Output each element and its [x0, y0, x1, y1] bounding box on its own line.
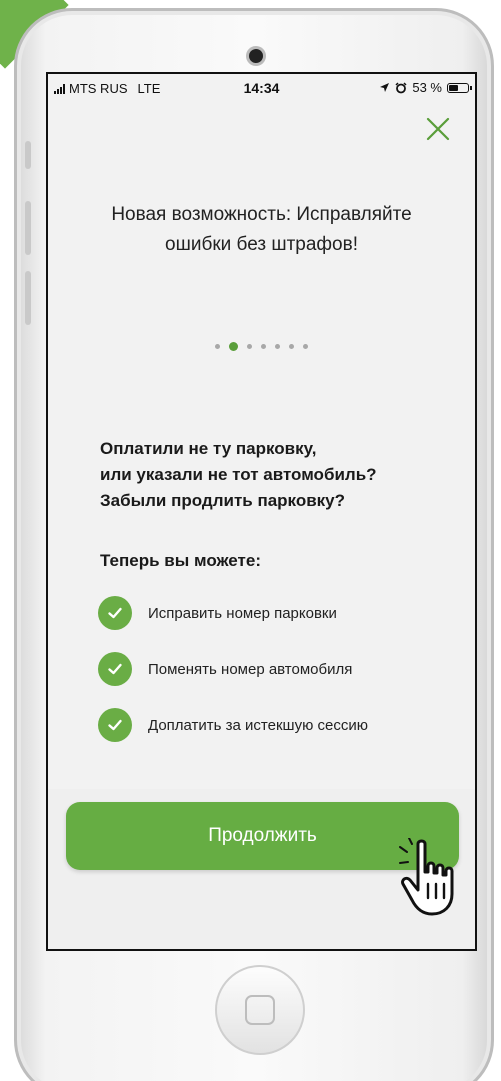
question-line-2: или указали не тот автомобиль? — [100, 465, 377, 484]
check-icon — [98, 652, 132, 686]
status-right: 53 % — [379, 80, 472, 95]
headline-line-1: Новая возможность: Исправляйте — [111, 204, 412, 225]
app-screen: MTS RUS LTE 14:34 53 % Новая возможность… — [46, 72, 477, 951]
page-dot — [215, 344, 220, 349]
feature-item: Доплатить за истекшую сессию — [98, 708, 368, 742]
page-dot — [261, 344, 266, 349]
close-icon — [426, 117, 450, 141]
home-square-icon — [245, 995, 275, 1025]
onboarding-headline: Новая возможность: Исправляйте ошибки бе… — [68, 200, 455, 260]
volume-down-button — [25, 271, 31, 325]
close-button[interactable] — [421, 112, 455, 146]
device-frame: MTS RUS LTE 14:34 53 % Новая возможность… — [0, 0, 501, 1081]
features-subtitle: Теперь вы можете: — [100, 551, 261, 570]
question-block: Оплатили не ту парковку, или указали не … — [100, 436, 377, 514]
feature-list: Исправить номер парковки Поменять номер … — [98, 596, 368, 764]
feature-label: Доплатить за истекшую сессию — [148, 716, 368, 734]
page-dot — [303, 344, 308, 349]
feature-item: Поменять номер автомобиля — [98, 652, 368, 686]
battery-percent: 53 % — [412, 80, 442, 95]
mute-switch — [25, 141, 31, 169]
volume-up-button — [25, 201, 31, 255]
question-line-1: Оплатили не ту парковку, — [100, 439, 317, 458]
hand-pointer-icon — [399, 838, 454, 916]
question-line-3: Забыли продлить парковку? — [100, 491, 346, 510]
check-icon — [98, 596, 132, 630]
page-dot — [289, 344, 294, 349]
page-indicator — [48, 342, 475, 351]
status-bar: MTS RUS LTE 14:34 53 % — [48, 74, 475, 102]
page-dot — [247, 344, 252, 349]
feature-label: Исправить номер парковки — [148, 604, 337, 622]
alarm-icon — [395, 81, 407, 93]
home-button[interactable] — [215, 965, 305, 1055]
check-icon — [98, 708, 132, 742]
feature-label: Поменять номер автомобиля — [148, 660, 353, 678]
feature-item: Исправить номер парковки — [98, 596, 368, 630]
battery-icon — [447, 82, 472, 93]
page-dot — [275, 344, 280, 349]
location-arrow-icon — [380, 83, 390, 92]
headline-line-2: ошибки без штрафов! — [165, 234, 358, 255]
page-dot-active — [229, 342, 238, 351]
front-camera — [249, 49, 263, 63]
